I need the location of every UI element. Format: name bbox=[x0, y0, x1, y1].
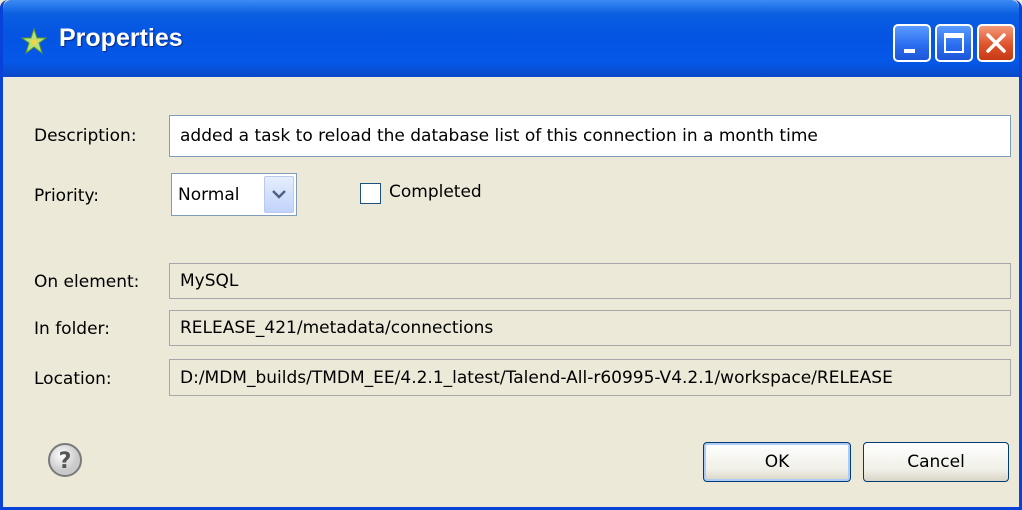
maximize-icon bbox=[944, 33, 964, 53]
close-button[interactable] bbox=[977, 24, 1015, 62]
location-label: Location: bbox=[34, 369, 112, 389]
ok-button[interactable]: OK bbox=[703, 442, 851, 482]
completed-label: Completed bbox=[389, 182, 482, 202]
minimize-icon bbox=[904, 49, 915, 53]
minimize-button[interactable] bbox=[893, 24, 931, 62]
in-folder-label: In folder: bbox=[34, 319, 110, 339]
priority-value: Normal bbox=[178, 185, 240, 205]
svg-text:?: ? bbox=[59, 449, 72, 474]
location-field: D:/MDM_builds/TMDM_EE/4.2.1_latest/Talen… bbox=[169, 359, 1011, 396]
completed-checkbox[interactable] bbox=[360, 183, 381, 204]
priority-label: Priority: bbox=[34, 186, 99, 206]
title-bar[interactable]: Properties bbox=[3, 0, 1019, 77]
help-icon[interactable]: ? bbox=[47, 442, 83, 478]
cancel-button[interactable]: Cancel bbox=[863, 442, 1009, 482]
priority-select[interactable]: Normal bbox=[171, 173, 297, 216]
on-element-label: On element: bbox=[34, 272, 140, 292]
window-title: Properties bbox=[59, 24, 183, 52]
description-input[interactable]: added a task to reload the database list… bbox=[169, 115, 1011, 157]
chevron-down-icon[interactable] bbox=[264, 176, 294, 213]
maximize-button[interactable] bbox=[935, 24, 973, 62]
on-element-field: MySQL bbox=[169, 263, 1011, 299]
in-folder-field: RELEASE_421/metadata/connections bbox=[169, 310, 1011, 346]
close-icon bbox=[986, 33, 1006, 53]
properties-dialog: Properties Description: added a task to … bbox=[0, 0, 1022, 510]
star-icon bbox=[21, 28, 47, 54]
description-label: Description: bbox=[34, 126, 137, 146]
